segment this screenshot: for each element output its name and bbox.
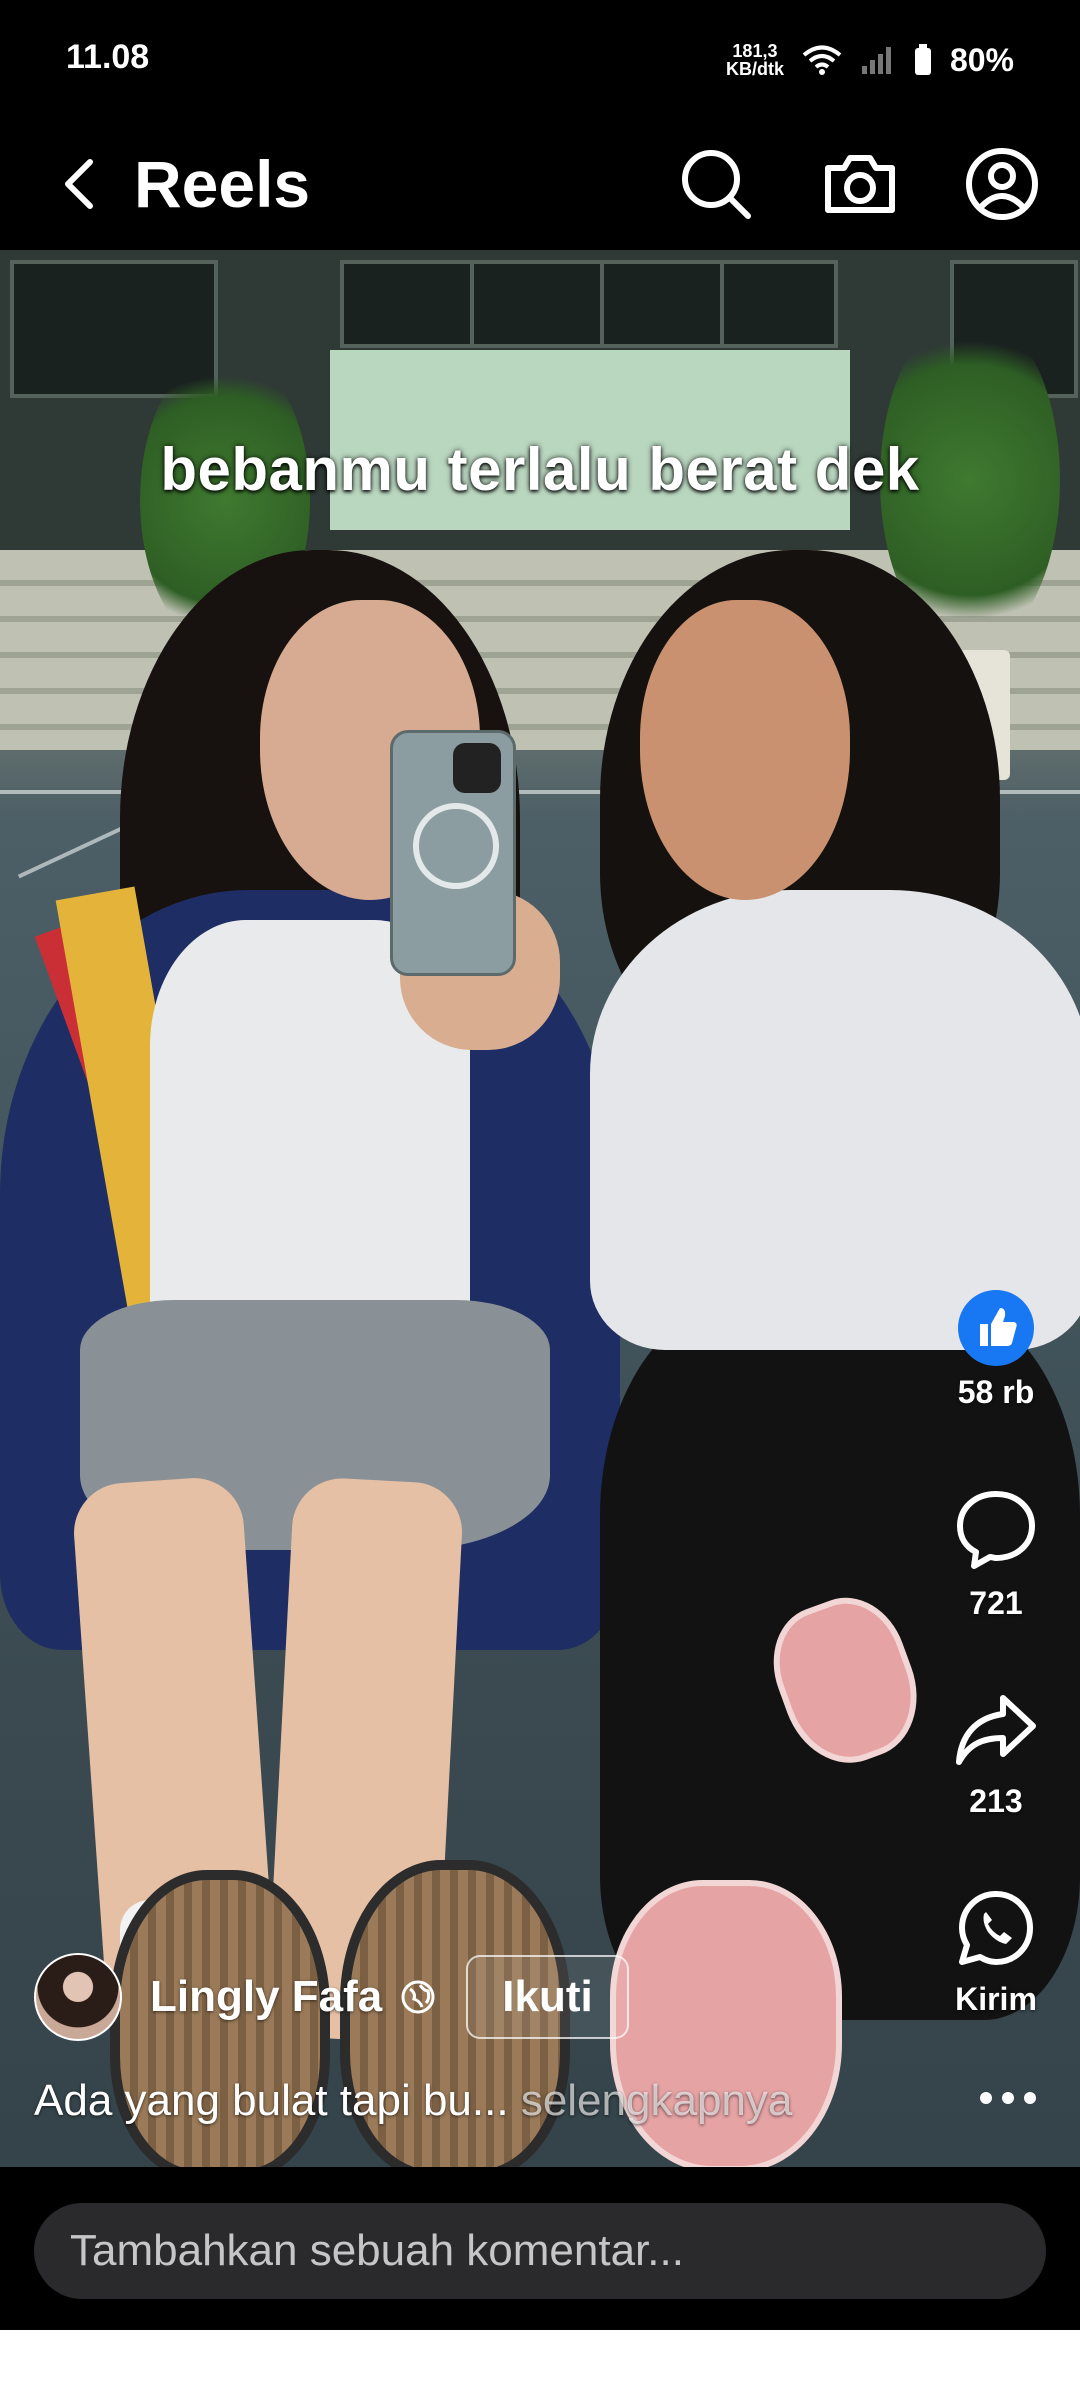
reel-description[interactable]: Ada yang bulat tapi bu... selengkapnya (34, 2076, 792, 2126)
whatsapp-send-action[interactable]: Kirim (928, 1888, 1064, 2018)
comment-icon[interactable] (954, 1488, 1038, 1572)
signal-icon (861, 47, 891, 74)
comment-bar: Tambahkan sebuah komentar... (0, 2167, 1080, 2330)
reels-header: Reels (0, 120, 1080, 250)
avatar[interactable] (34, 1953, 122, 2041)
comment-input[interactable]: Tambahkan sebuah komentar... (34, 2203, 1046, 2299)
battery-percentage: 80% (949, 41, 1014, 78)
video-overlay-text: bebanmu terlalu berat dek (160, 436, 920, 503)
page-title: Reels (134, 147, 311, 221)
whatsapp-icon[interactable] (956, 1888, 1036, 1968)
comment-count: 721 (969, 1585, 1023, 1621)
follow-button[interactable]: Ikuti (466, 1955, 629, 2039)
send-label: Kirim (955, 1981, 1037, 2017)
navigation-area (0, 2330, 1080, 2400)
globe-icon (401, 1980, 435, 2014)
status-time: 11.08 (66, 38, 150, 76)
status-bar: 11.08 181,3 KB/dtk 80% (0, 0, 1080, 120)
wifi-icon (802, 45, 842, 75)
status-indicators: 181,3 KB/dtk 80% (726, 38, 1014, 82)
search-icon[interactable] (678, 146, 754, 222)
camera-icon[interactable] (822, 146, 898, 222)
see-more-link[interactable]: selengkapnya (521, 2076, 793, 2125)
network-speed-value: 181,3 (732, 41, 778, 61)
like-count: 58 rb (957, 1374, 1035, 1410)
share-count: 213 (969, 1783, 1023, 1819)
phone-in-hand (390, 730, 516, 976)
more-dots-icon (980, 2092, 992, 2104)
comment-action[interactable]: 721 (928, 1488, 1064, 1622)
author-row: Lingly Fafa Ikuti (34, 1952, 629, 2042)
author-name[interactable]: Lingly Fafa (150, 1972, 382, 2022)
like-action[interactable]: 58 rb (928, 1290, 1064, 1411)
battery-icon (914, 44, 931, 75)
network-speed: 181,3 KB/dtk (726, 42, 784, 78)
share-action[interactable]: 213 (928, 1690, 1064, 1820)
network-speed-unit: KB/dtk (725, 59, 784, 79)
more-options-button[interactable] (980, 2092, 1036, 2104)
like-icon[interactable] (958, 1290, 1034, 1366)
reel-video[interactable]: bebanmu terlalu berat dek (0, 250, 1080, 2167)
share-icon[interactable] (953, 1690, 1039, 1770)
description-text: Ada yang bulat tapi bu... (34, 2076, 509, 2125)
back-icon[interactable] (52, 154, 112, 214)
profile-icon[interactable] (964, 146, 1040, 222)
